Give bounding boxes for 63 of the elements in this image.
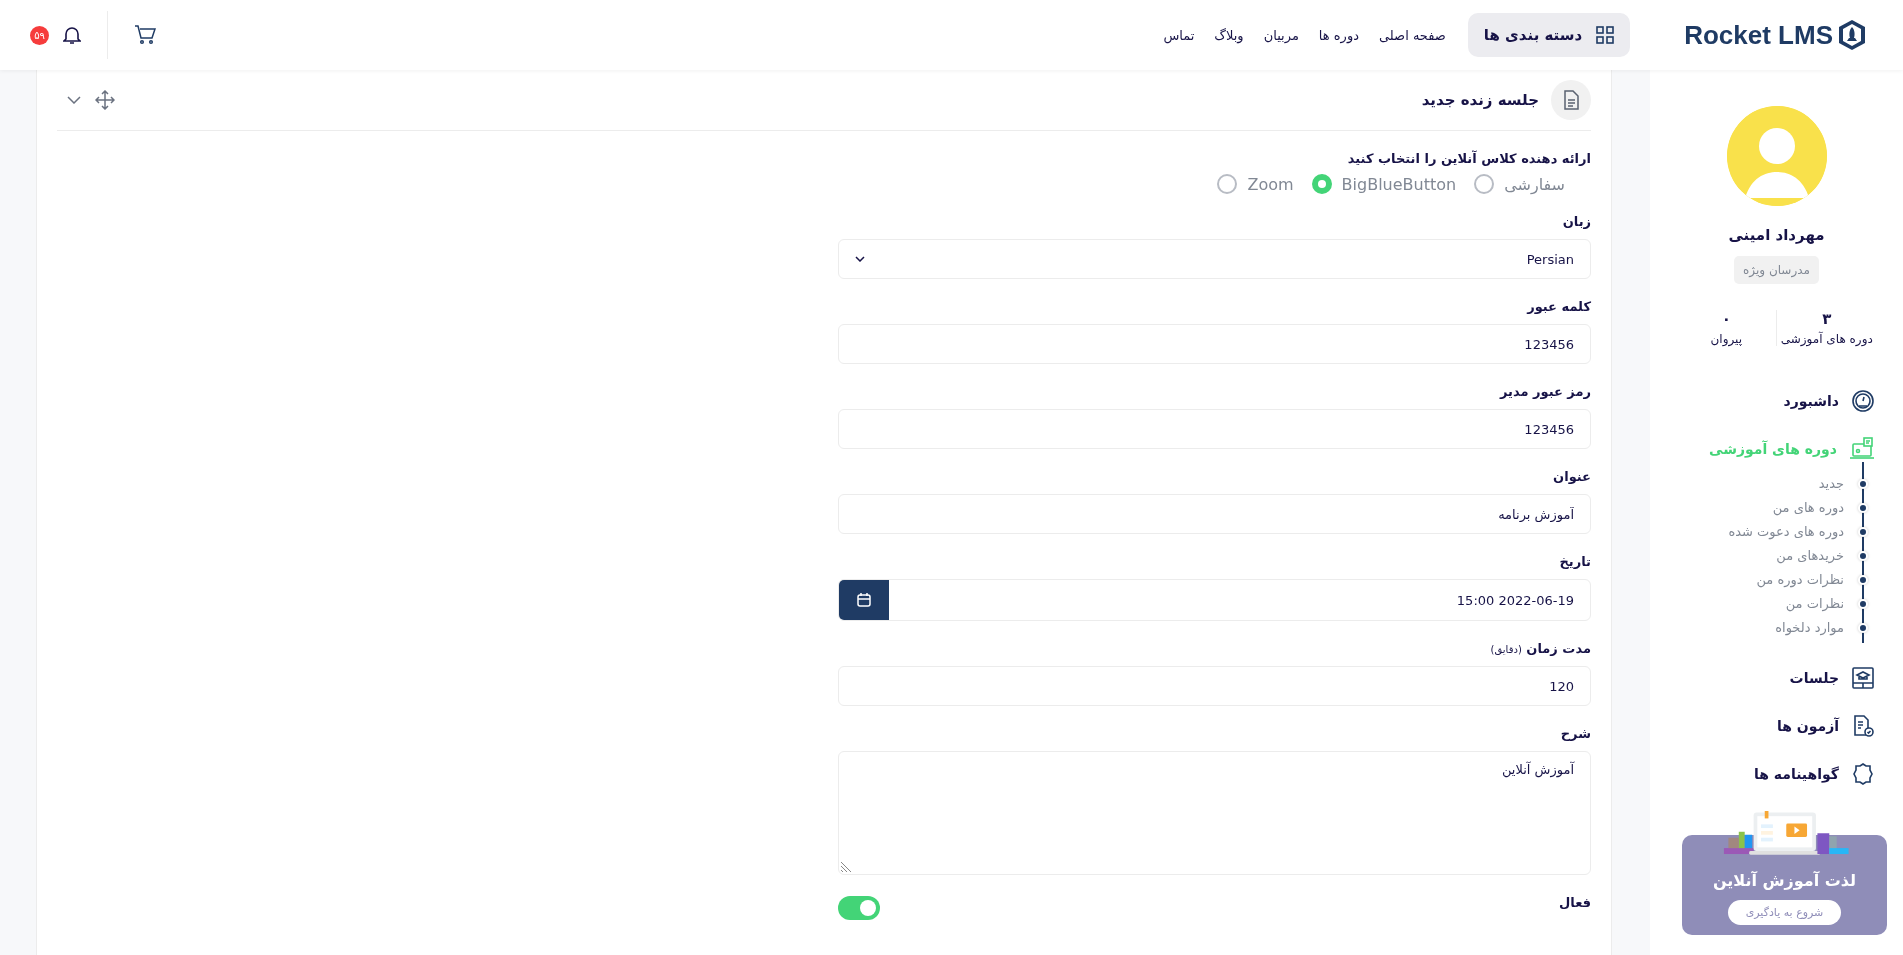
input-field[interactable]: آموزش برنامه (838, 494, 1591, 534)
submenu-link[interactable]: دوره های من (1772, 500, 1844, 515)
calendar-button[interactable] (839, 580, 889, 620)
stat-label: دوره های آموزشی (1780, 332, 1873, 346)
field-label: کلمه عبور (1525, 299, 1591, 314)
radio-option[interactable]: Zoom (1217, 174, 1294, 194)
nav-link[interactable]: صفحه اصلی (1378, 27, 1446, 43)
menu-item[interactable]: گواهینامه ها (1753, 761, 1875, 787)
nav-link[interactable]: وبلاگ (1214, 27, 1244, 43)
nav-link[interactable]: تماس (1163, 27, 1195, 43)
menu-item[interactable]: آزمون ها (1776, 713, 1875, 739)
graduation-cap-icon (1851, 666, 1875, 690)
stat-label: پیروان (1710, 332, 1742, 346)
user-name: مهرداد امینی (1728, 226, 1825, 244)
grid-icon (1596, 26, 1615, 44)
categories-button[interactable]: دسته بندی ها (1467, 13, 1631, 57)
submenu-link[interactable]: نظرات دوره من (1756, 572, 1844, 587)
notification-badge: ۵۹ (30, 25, 49, 45)
field-label: تاریخ (1558, 554, 1591, 569)
badge-icon (1851, 762, 1875, 786)
menu-item[interactable]: داشبورد (1783, 388, 1875, 414)
document-check-icon (1851, 714, 1875, 738)
field-label: رمز عبور مدیر (1498, 384, 1591, 399)
field-label: عنوان (1552, 469, 1591, 484)
input-field[interactable]: 123456 (838, 324, 1591, 364)
cart-icon[interactable] (134, 25, 156, 45)
document-icon (1551, 80, 1591, 120)
gauge-icon (1851, 389, 1875, 413)
calendar-icon (856, 592, 872, 608)
input-field[interactable]: 123456 (838, 409, 1591, 449)
field-label: ارائه دهنده کلاس آنلاین را انتخاب کنید (1346, 151, 1591, 166)
promo-title: لذت آموزش آنلاین (1712, 871, 1857, 890)
field-label: شرح (1559, 726, 1591, 741)
menu-item[interactable]: جلسات (1789, 665, 1875, 691)
nav-link[interactable]: مربیان (1263, 27, 1299, 43)
field-label: زبان (1561, 214, 1591, 229)
laptop-icon (1849, 437, 1875, 461)
move-icon[interactable] (95, 90, 115, 110)
stat-value: ۰ (1721, 310, 1731, 328)
shield-rocket-icon (1837, 19, 1867, 51)
chevron-down-icon (855, 256, 865, 262)
submenu-link[interactable]: موارد دلخواه (1775, 620, 1844, 635)
language-select[interactable]: Persian (838, 239, 1591, 279)
logo-text[interactable]: Rocket LMS (1684, 19, 1833, 51)
submenu-link[interactable]: نظرات من (1785, 596, 1844, 611)
date-field[interactable]: 15:00 2022-06-19 (838, 579, 1591, 621)
input-field[interactable]: 120 (838, 666, 1591, 706)
chevron-down-icon[interactable] (67, 96, 81, 104)
bell-icon[interactable] (63, 25, 81, 45)
radio-option[interactable]: BigBlueButton (1311, 174, 1457, 194)
description-field[interactable]: آموزش آنلاین (838, 751, 1591, 875)
card-title: جلسه زنده جدید (1421, 91, 1539, 109)
nav-link[interactable]: دوره ها (1318, 27, 1359, 43)
field-label: فعال (1559, 895, 1591, 910)
stat-value: ۳ (1822, 310, 1832, 328)
submenu-link[interactable]: جدید (1818, 476, 1844, 491)
toggle-switch[interactable] (838, 895, 880, 920)
role-badge: مدرسان ویژه (1734, 256, 1819, 284)
submenu-link[interactable]: خریدهای من (1776, 548, 1844, 563)
radio-option[interactable]: سفارشی (1474, 174, 1565, 194)
field-label: مدت زمان (دقایق) (1489, 641, 1591, 656)
resize-grip-icon (841, 860, 853, 872)
submenu-link[interactable]: دوره های دعوت شده (1728, 524, 1844, 539)
